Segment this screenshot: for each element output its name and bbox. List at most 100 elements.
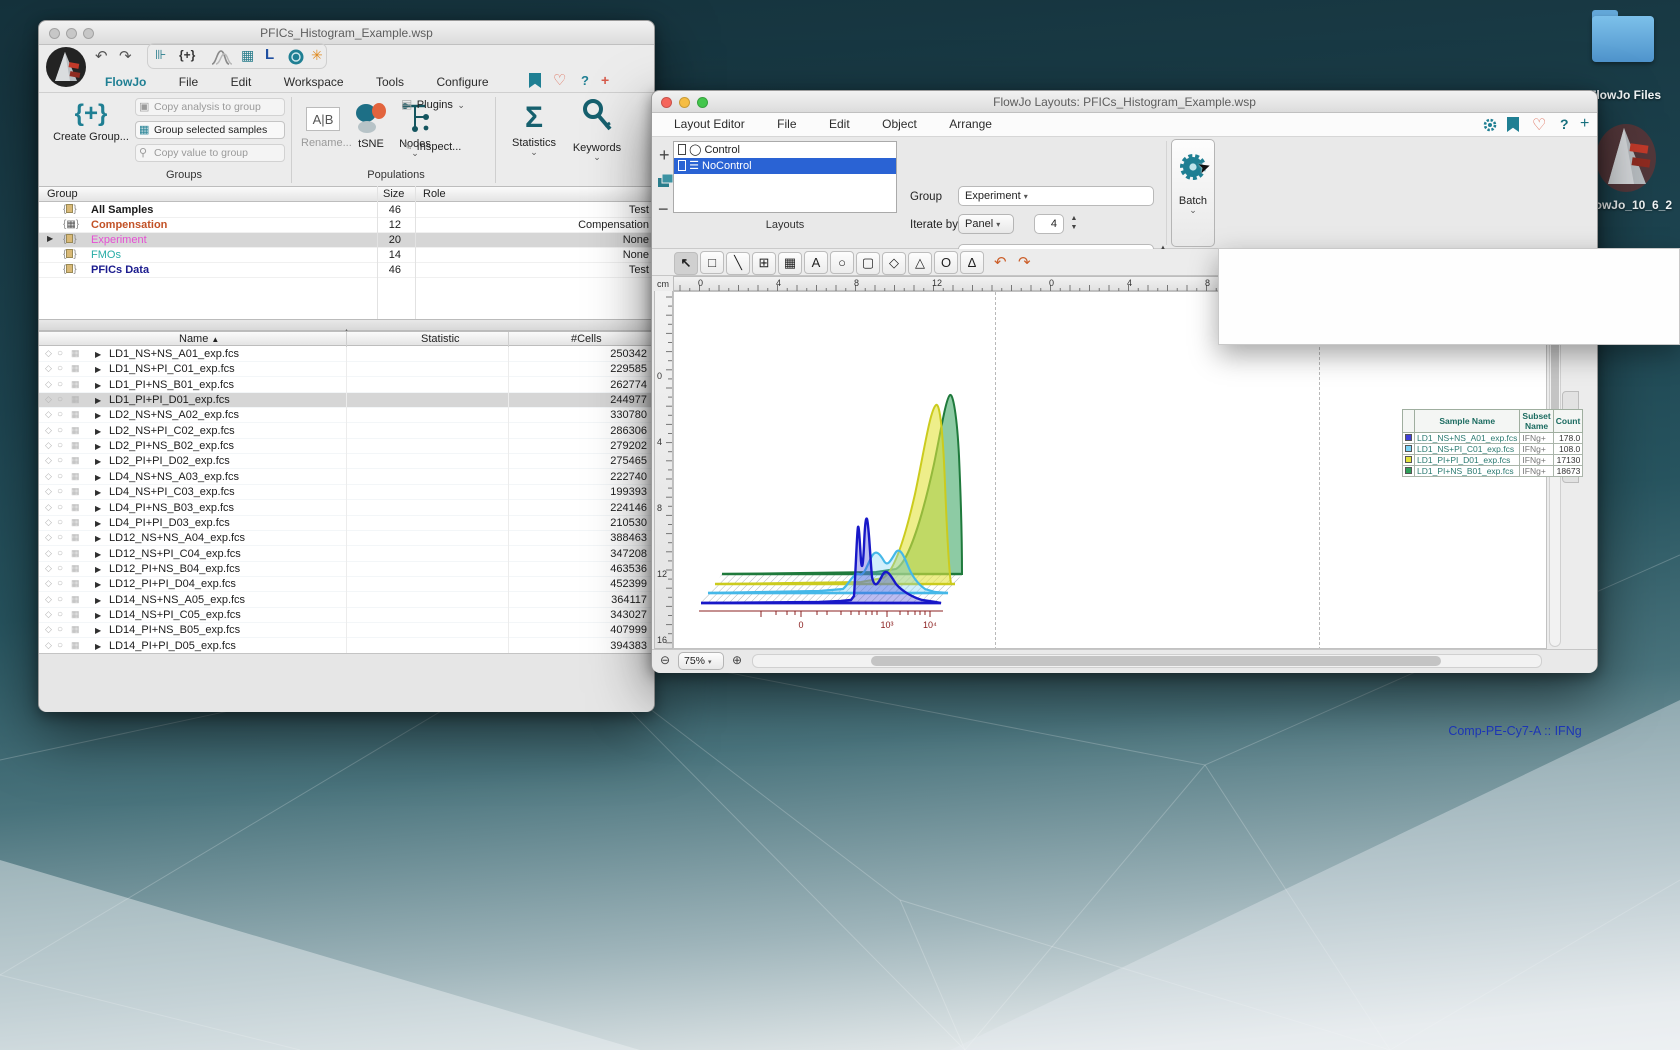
compensation-grid-icon[interactable]: ▦ — [71, 486, 80, 497]
gate-circle-icon[interactable]: ○ — [57, 578, 63, 589]
menu-workspace[interactable]: Workspace — [270, 71, 358, 92]
menu-edit[interactable]: Edit — [815, 113, 864, 134]
sample-name[interactable]: LD4_NS+NS_A03_exp.fcs — [109, 471, 239, 483]
compensation-grid-icon[interactable]: ▦ — [71, 455, 80, 466]
inspect-button[interactable]: ✎ Inspect... — [403, 137, 461, 155]
group-table-header[interactable]: Group Size Role — [39, 186, 654, 202]
shape-tool-button[interactable]: ⊞ — [752, 251, 776, 275]
zoom-in-icon[interactable]: ⊕ — [732, 653, 742, 667]
group-select[interactable]: Experiment ▾ — [958, 186, 1154, 206]
table-splitter[interactable]: ▴ — [39, 319, 654, 335]
row-expander-icon[interactable]: ▶ — [95, 534, 101, 543]
group-row[interactable]: {} All Samples 46 Test — [39, 203, 654, 218]
remove-layout-icon[interactable]: − — [658, 199, 669, 220]
legend-row[interactable]: LD1_NS+PI_C01_exp.fcs IFNg+ 108.0 — [1402, 443, 1584, 455]
shape-tool-button[interactable]: A — [804, 251, 828, 274]
statistics-button[interactable]: Σ Statistics ⌄ — [505, 99, 563, 157]
flowjo-app-icon[interactable] — [1594, 120, 1658, 198]
sample-name[interactable]: LD12_NS+PI_C04_exp.fcs — [109, 548, 241, 560]
shape-tool-button[interactable]: □ — [700, 251, 724, 274]
gate-circle-icon[interactable]: ○ — [57, 548, 63, 559]
sample-name[interactable]: LD14_NS+NS_A05_exp.fcs — [109, 594, 245, 606]
create-group-button[interactable]: {+} Create Group... — [51, 97, 131, 143]
shape-tool-button[interactable]: ◇ — [882, 251, 906, 275]
compensation-grid-icon[interactable]: ▦ — [71, 440, 80, 451]
sample-name[interactable]: LD2_NS+PI_C02_exp.fcs — [109, 425, 235, 437]
menu-file[interactable]: File — [763, 113, 810, 134]
menu-arrange[interactable]: Arrange — [935, 113, 1006, 134]
add-group-icon[interactable]: {+} — [179, 48, 195, 62]
group-row[interactable]: {} PFICs Data 46 Test — [39, 263, 654, 278]
gate-circle-icon[interactable]: ○ — [57, 624, 63, 635]
batch-dropdown-panel[interactable] — [1218, 248, 1680, 345]
compensation-grid-icon[interactable]: ▦ — [71, 563, 80, 574]
gate-circle-icon[interactable]: ○ — [57, 348, 63, 359]
row-expander-icon[interactable]: ▶ — [95, 381, 101, 390]
compensation-grid-icon[interactable]: ▦ — [71, 363, 80, 374]
gate-circle-icon[interactable]: ○ — [57, 517, 63, 528]
menu-configure[interactable]: Configure — [422, 71, 502, 92]
row-expander-icon[interactable]: ▶ — [95, 519, 101, 528]
menu-file[interactable]: File — [165, 71, 212, 92]
shape-tool-button[interactable]: ▢ — [856, 251, 880, 275]
heart-icon[interactable]: ♡ — [1532, 115, 1546, 135]
gear-icon[interactable] — [1482, 117, 1498, 133]
sample-name[interactable]: LD14_PI+NS_B05_exp.fcs — [109, 624, 240, 636]
sample-name[interactable]: LD1_NS+PI_C01_exp.fcs — [109, 363, 235, 375]
gate-circle-icon[interactable]: ○ — [57, 471, 63, 482]
gate-circle-icon[interactable]: ○ — [57, 594, 63, 605]
group-name[interactable]: FMOs — [91, 249, 121, 261]
tsne-button[interactable]: tSNE — [351, 103, 391, 150]
row-expander-icon[interactable]: ▶ — [95, 504, 101, 513]
legend-row[interactable]: LD1_NS+NS_A01_exp.fcs IFNg+ 178.0 — [1402, 432, 1584, 444]
group-name[interactable]: All Samples — [91, 204, 153, 216]
add-icon[interactable]: + — [601, 72, 609, 88]
compensation-grid-icon[interactable]: ▦ — [71, 517, 80, 528]
compensation-grid-icon[interactable]: ▦ — [71, 348, 80, 359]
legend-row[interactable]: LD1_PI+PI_D01_exp.fcs IFNg+ 17130 — [1402, 454, 1584, 466]
sample-name[interactable]: LD12_NS+NS_A04_exp.fcs — [109, 532, 245, 544]
menu-edit[interactable]: Edit — [217, 71, 266, 92]
row-expander-icon[interactable]: ▶ — [95, 642, 101, 651]
compensation-grid-icon[interactable]: ▦ — [71, 394, 80, 405]
compensation-grid-icon[interactable]: ▦ — [71, 640, 80, 651]
zoom-level-select[interactable]: 75% ▾ — [678, 652, 724, 670]
compensation-grid-icon[interactable]: ▦ — [71, 409, 80, 420]
row-expander-icon[interactable]: ▶ — [95, 411, 101, 420]
compensation-grid-icon[interactable]: ▦ — [71, 532, 80, 543]
plugins-button[interactable]: ▤ Plugins ⌄ — [401, 95, 465, 113]
row-expander-icon[interactable]: ▶ — [95, 611, 101, 620]
shape-tool-button[interactable]: Ο — [934, 251, 958, 274]
layout-item[interactable]: ☰ NoControl — [674, 158, 896, 174]
flowjo-logo[interactable] — [45, 45, 87, 89]
select-tool-button[interactable]: ↖ — [674, 251, 698, 275]
iterate-count-stepper[interactable]: ▲ ▼ — [1068, 214, 1080, 234]
sample-name[interactable]: LD12_PI+PI_D04_exp.fcs — [109, 578, 236, 590]
redo-icon[interactable]: ↷ — [1018, 253, 1031, 271]
compensation-grid-icon[interactable]: ▦ — [71, 425, 80, 436]
sample-name[interactable]: LD2_NS+NS_A02_exp.fcs — [109, 409, 239, 421]
gate-circle-icon[interactable]: ○ — [57, 455, 63, 466]
row-expander-icon[interactable]: ▶ — [95, 565, 101, 574]
sample-name[interactable]: LD1_NS+NS_A01_exp.fcs — [109, 348, 239, 360]
col-statistic[interactable]: Statistic — [421, 333, 460, 345]
layout-item-label[interactable]: NoControl — [702, 160, 752, 172]
sample-name[interactable]: LD14_NS+PI_C05_exp.fcs — [109, 609, 241, 621]
gate-circle-icon[interactable]: ○ — [57, 409, 63, 420]
copy-value-button[interactable]: ⚲ Copy value to group — [135, 144, 285, 162]
flowjo-files-folder-icon[interactable] — [1592, 10, 1654, 62]
col-group[interactable]: Group — [47, 188, 78, 200]
menu-flowjo[interactable]: FlowJo — [91, 71, 160, 92]
col-size[interactable]: Size — [383, 188, 404, 200]
row-expander-icon[interactable]: ▶ — [95, 442, 101, 451]
sample-name[interactable]: LD2_PI+PI_D02_exp.fcs — [109, 455, 230, 467]
menu-object[interactable]: Object — [868, 113, 931, 134]
compensation-grid-icon[interactable]: ▦ — [71, 471, 80, 482]
gate-circle-icon[interactable]: ○ — [57, 532, 63, 543]
gate-circle-icon[interactable]: ○ — [57, 379, 63, 390]
globe-icon[interactable] — [287, 48, 305, 66]
row-expander-icon[interactable]: ▶ — [95, 457, 101, 466]
undo-icon[interactable]: ↶ — [95, 47, 108, 65]
group-name[interactable]: PFICs Data — [91, 264, 149, 276]
hscrollbar-thumb[interactable] — [871, 656, 1441, 666]
